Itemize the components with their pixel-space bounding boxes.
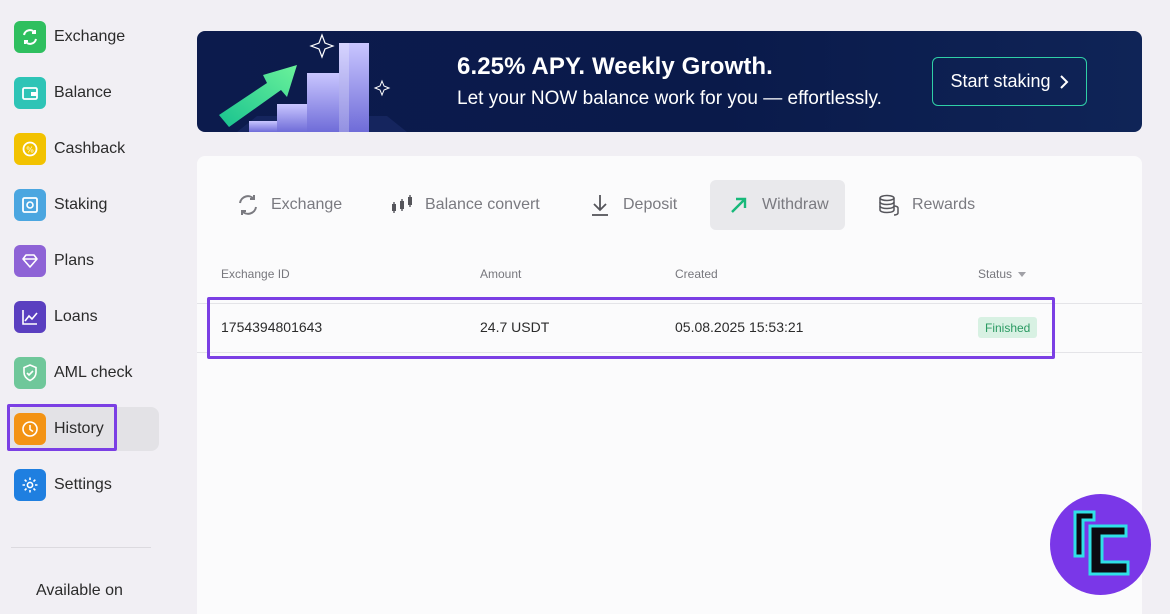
tab-withdraw[interactable]: Withdraw xyxy=(710,180,845,230)
sidebar-item-balance[interactable]: Balance xyxy=(14,71,158,115)
history-card: Exchange Balance convert Deposit Withdra… xyxy=(197,156,1142,614)
row-highlight-box xyxy=(207,297,1055,359)
sidebar-item-label: Exchange xyxy=(54,28,126,45)
sidebar-item-label: Cashback xyxy=(54,140,126,157)
sidebar-item-history[interactable]: History xyxy=(8,407,159,451)
brand-logo-icon xyxy=(1073,510,1130,576)
sidebar-item-plans[interactable]: Plans xyxy=(14,239,158,283)
brand-logo xyxy=(1050,494,1151,595)
column-header-amount: Amount xyxy=(480,267,522,281)
sidebar-divider xyxy=(11,547,151,548)
tab-label: Balance convert xyxy=(425,196,540,213)
sidebar-item-cashback[interactable]: % Cashback xyxy=(14,127,158,171)
tab-label: Deposit xyxy=(623,196,678,213)
column-header-exchange-id: Exchange ID xyxy=(221,267,290,281)
banner-subtitle: Let your NOW balance work for you — effo… xyxy=(457,88,882,109)
sidebar-item-loans[interactable]: Loans xyxy=(14,295,158,339)
exchange-icon xyxy=(14,21,46,53)
column-header-status-label: Status xyxy=(978,267,1013,281)
cell-created: 05.08.2025 15:53:21 xyxy=(675,319,804,335)
download-icon xyxy=(592,195,608,216)
tab-label: Rewards xyxy=(912,196,976,213)
sidebar-item-label: History xyxy=(54,420,104,437)
coins-icon xyxy=(879,194,899,216)
cell-amount: 24.7 USDT xyxy=(480,319,550,335)
chart-icon xyxy=(14,301,46,333)
sidebar-item-label: AML check xyxy=(54,364,133,381)
sidebar-item-exchange[interactable]: Exchange xyxy=(14,15,158,59)
sort-caret-icon xyxy=(1018,271,1027,277)
staking-promo-banner[interactable]: 6.25% APY. Weekly Growth. Let your NOW b… xyxy=(197,31,1142,132)
start-staking-label: Start staking xyxy=(950,71,1051,91)
column-header-status[interactable]: Status xyxy=(978,267,1027,281)
cell-exchange-id: 1754394801643 xyxy=(221,319,323,335)
candlestick-icon xyxy=(392,195,412,213)
tab-rewards[interactable]: Rewards xyxy=(876,180,975,230)
banner-title: 6.25% APY. Weekly Growth. xyxy=(457,53,773,80)
safe-icon xyxy=(14,189,46,221)
table-divider xyxy=(197,303,1142,304)
tab-label: Exchange xyxy=(271,196,343,213)
shield-icon xyxy=(14,357,46,389)
tab-deposit[interactable]: Deposit xyxy=(587,180,677,230)
tab-balance-convert[interactable]: Balance convert xyxy=(389,180,540,230)
sidebar-item-label: Settings xyxy=(54,476,112,493)
sidebar-item-label: Loans xyxy=(54,308,98,325)
sidebar-item-aml-check[interactable]: AML check xyxy=(14,351,158,395)
sidebar-item-label: Balance xyxy=(54,84,112,101)
cashback-icon: % xyxy=(14,133,46,165)
sidebar-item-settings[interactable]: Settings xyxy=(14,463,158,507)
start-staking-button[interactable]: Start staking xyxy=(932,57,1087,106)
table-divider xyxy=(197,352,1142,353)
chevron-right-icon xyxy=(1059,74,1068,89)
tab-exchange[interactable]: Exchange xyxy=(235,180,342,230)
sidebar-item-label: Plans xyxy=(54,252,95,269)
sidebar: Exchange Balance % Cashback Staking Plan… xyxy=(0,0,170,614)
column-header-created: Created xyxy=(675,267,718,281)
status-badge: Finished xyxy=(978,317,1038,338)
wallet-icon xyxy=(14,77,46,109)
exchange-arrows-icon xyxy=(239,195,257,215)
sidebar-item-staking[interactable]: Staking xyxy=(14,183,158,227)
svg-text:%: % xyxy=(26,146,34,155)
growth-chart-illustration xyxy=(219,33,407,132)
clock-icon xyxy=(14,413,46,445)
available-on-label: Available on xyxy=(36,582,123,599)
arrow-up-right-icon xyxy=(731,197,747,213)
diamond-icon xyxy=(14,245,46,277)
tab-label: Withdraw xyxy=(762,196,829,213)
sidebar-item-label: Staking xyxy=(54,196,108,213)
gear-icon xyxy=(14,469,46,501)
